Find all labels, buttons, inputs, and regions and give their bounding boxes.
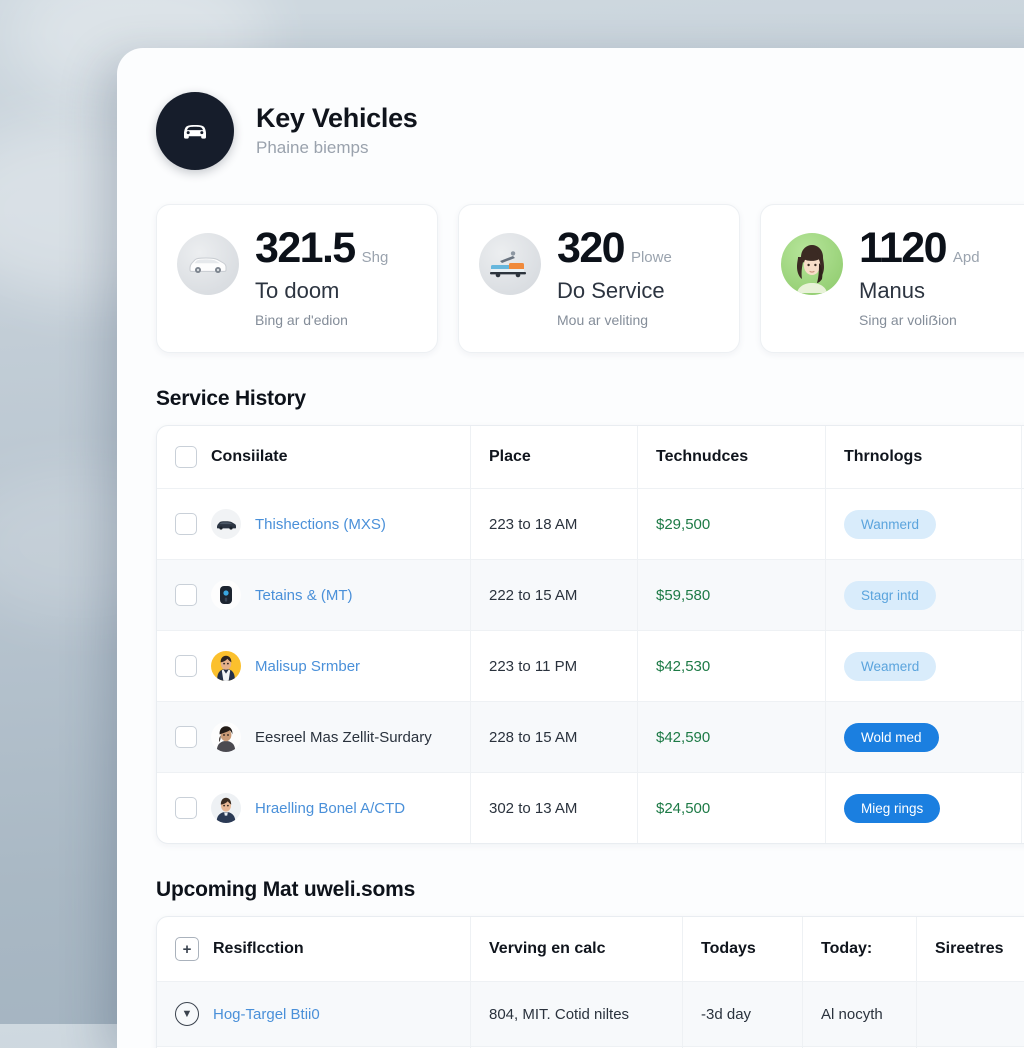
table-row[interactable]: ▼ Hog-Targel Btii0 804, MIT. Cotid nilte… <box>157 982 1024 1048</box>
main-panel: Key Vehicles Phaine biemps 321.5 Shg To … <box>117 48 1024 1048</box>
page-header: Key Vehicles Phaine biemps <box>156 48 1024 170</box>
row-place: 223 to 18 AM <box>471 489 638 560</box>
header-cell-desc: Verving en calc <box>471 917 683 982</box>
stat-value: 320 <box>557 224 626 272</box>
status-badge: Stagr intd <box>844 580 936 610</box>
key-fob-icon <box>211 580 241 611</box>
row-place: 228 to 15 AM <box>471 702 638 773</box>
person-yellow-avatar <box>211 651 241 682</box>
stat-value: 1120 <box>859 224 947 272</box>
stat-card[interactable]: 1120 Apd Manus Sing ar voliẞion <box>760 204 1024 354</box>
row-name-cell: Eesreel Mas Zellit-Surdary <box>157 702 471 773</box>
car-icon <box>211 509 241 540</box>
row-streets <box>917 982 1024 1046</box>
row-checkbox[interactable] <box>175 655 197 678</box>
chevron-down-circle-icon[interactable]: ▼ <box>175 1002 199 1027</box>
row-tech: $59,580 <box>638 560 826 631</box>
header-label: Consiilate <box>211 448 288 466</box>
status-badge: Wanmerd <box>844 509 937 539</box>
row-name-cell: ▼ Hog-Targel Btii0 <box>157 982 471 1047</box>
stat-unit: Apd <box>952 249 980 266</box>
table-header-row: + Resiflcction Verving en calc Todays To… <box>157 917 1024 983</box>
table-row[interactable]: Malisup Srmber 223 to 11 PM $42,530 Weam… <box>157 631 1024 703</box>
header-cell-status: Thrnologs <box>826 426 1022 489</box>
stat-card[interactable]: 321.5 Shg To doom Bing ar d'edion <box>156 204 438 354</box>
stat-note: Bing ar d'edion <box>255 311 348 328</box>
row-place: 223 to 11 PM <box>471 631 638 702</box>
service-history-title: Service History <box>156 387 306 411</box>
header-cell-today: Today: <box>803 917 917 982</box>
stat-unit: Shg <box>361 249 389 266</box>
stat-card-row: 321.5 Shg To doom Bing ar d'edion 320 Pl… <box>156 204 1024 354</box>
row-place: 302 to 13 AM <box>471 773 638 844</box>
row-name-cell: Thishections (MXS) <box>157 489 471 560</box>
row-name-cell: Hraelling Bonel A/CTD <box>157 773 471 844</box>
stat-value: 321.5 <box>255 224 356 272</box>
status-badge: Wold med <box>844 722 939 752</box>
header-label: Resiflcction <box>213 940 304 958</box>
status-badge: Mieg rings <box>844 793 941 823</box>
stat-note: Mou ar veliting <box>557 311 649 328</box>
row-tech: $42,530 <box>638 631 826 702</box>
upcoming-title: Upcoming Mat uweli.soms <box>156 878 416 902</box>
row-name[interactable]: Hraelling Bonel A/CTD <box>255 800 405 817</box>
table-row[interactable]: Eesreel Mas Zellit-Surdary 228 to 15 AM … <box>157 702 1024 774</box>
row-status-cell: Wanmerd <box>826 489 1022 560</box>
header-cell-days: Todays <box>683 917 803 982</box>
page-subtitle: Phaine biemps <box>256 138 369 157</box>
stat-note: Sing ar voliẞion <box>859 311 957 328</box>
row-days: -3d day <box>683 982 803 1047</box>
row-name: Eesreel Mas Zellit-Surdary <box>255 728 432 746</box>
row-status-cell: Wold med <box>826 702 1022 773</box>
stat-label: To doom <box>255 278 340 303</box>
row-name[interactable]: Malisup Srmber <box>255 658 360 675</box>
row-tech: $42,590 <box>638 702 826 773</box>
row-status-cell: Stagr intd <box>826 560 1022 631</box>
expand-all-icon[interactable]: + <box>175 937 199 962</box>
row-name-cell: Malisup Srmber <box>157 631 471 702</box>
woman-avatar-icon <box>781 233 843 295</box>
white-car-icon <box>177 233 239 295</box>
row-name[interactable]: Hog-Targel Btii0 <box>213 1006 320 1023</box>
row-name[interactable]: Thishections (MXS) <box>255 516 386 533</box>
table-row[interactable]: Thishections (MXS) 223 to 18 AM $29,500 … <box>157 489 1024 561</box>
row-place: 222 to 15 AM <box>471 560 638 631</box>
stat-label: Do Service <box>557 278 665 303</box>
stat-label: Manus <box>859 278 926 303</box>
row-desc: 804, MIT. Cotid niltes <box>471 982 683 1047</box>
status-badge: Weamerd <box>844 651 937 681</box>
header-cell-name: + Resiflcction <box>157 917 471 982</box>
stat-card[interactable]: 320 Plowe Do Service Mou ar veliting <box>458 204 740 354</box>
table-row[interactable]: Tetains & (MT) 222 to 15 AM $59,580 Stag… <box>157 560 1024 632</box>
row-tech: $24,500 <box>638 773 826 844</box>
row-checkbox[interactable] <box>175 584 197 607</box>
row-today: Al nocyth <box>803 982 917 1047</box>
person-dark-avatar <box>211 722 241 753</box>
service-history-table: Consiilate Place Technudces Thrnologs Th… <box>156 425 1024 845</box>
header-cell-streets: Sireetres <box>935 940 1004 958</box>
table-row[interactable]: Hraelling Bonel A/CTD 302 to 13 AM $24,5… <box>157 773 1024 844</box>
car-front-icon <box>156 92 234 170</box>
row-checkbox[interactable] <box>175 797 197 820</box>
row-checkbox[interactable] <box>175 513 197 536</box>
tow-truck-icon <box>479 233 541 295</box>
header-cell-place: Place <box>471 426 638 489</box>
row-name[interactable]: Tetains & (MT) <box>255 587 353 604</box>
table-header-row: Consiilate Place Technudces Thrnologs <box>157 426 1024 490</box>
row-checkbox[interactable] <box>175 726 197 749</box>
header-cell-tech: Technudces <box>638 426 826 489</box>
row-status-cell: Weamerd <box>826 631 1022 702</box>
upcoming-table: + Resiflcction Verving en calc Todays To… <box>156 916 1024 1048</box>
header-cell-name: Consiilate <box>157 426 471 489</box>
stat-unit: Plowe <box>630 249 672 266</box>
person-navy-avatar <box>211 793 241 824</box>
page-title: Key Vehicles <box>256 103 418 134</box>
row-name-cell: Tetains & (MT) <box>157 560 471 631</box>
row-tech: $29,500 <box>638 489 826 560</box>
row-status-cell: Mieg rings <box>826 773 1022 844</box>
select-all-checkbox[interactable] <box>175 446 197 469</box>
